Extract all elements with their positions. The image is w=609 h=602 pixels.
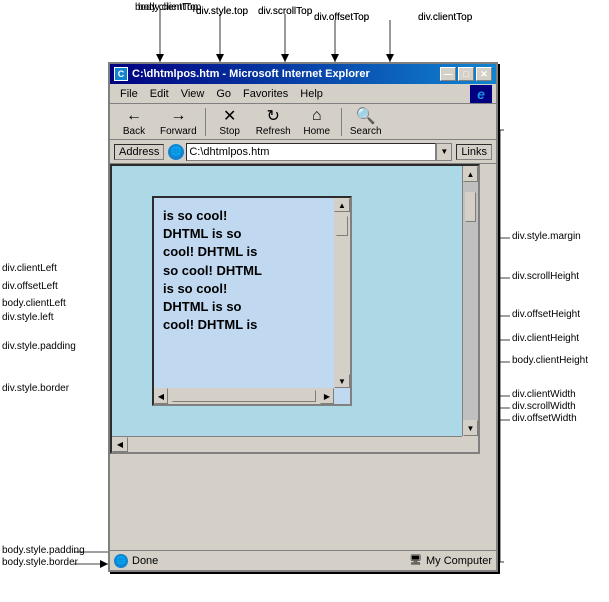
address-input[interactable]: C:\dhtmlpos.htm: [186, 143, 436, 161]
close-button[interactable]: ✕: [476, 67, 492, 81]
label-div-offset-top-text: div.offsetTop: [314, 12, 369, 23]
ie-content: is so cool! DHTML is so cool! DHTML is s…: [110, 164, 480, 454]
ie-statusbar-computer-icon: 🖥: [409, 555, 422, 566]
stop-label: Stop: [219, 126, 240, 137]
label-div-scroll-width: div.scrollWidth: [512, 401, 576, 412]
menu-edit[interactable]: Edit: [144, 86, 175, 102]
ie-statusbar-globe-icon: 🌐: [114, 554, 128, 568]
ie-statusbar-zone-text: My Computer: [426, 555, 492, 567]
ie-content-inner: is so cool! DHTML is so cool! DHTML is s…: [112, 166, 462, 436]
label-div-offset-width: div.offsetWidth: [512, 413, 577, 424]
label-div-offset-height: div.offsetHeight: [512, 309, 580, 320]
home-icon: ⌂: [305, 106, 329, 126]
ie-titlebar-left: C C:\dhtmlpos.htm - Microsoft Internet E…: [114, 67, 370, 81]
ie-browser-window: C C:\dhtmlpos.htm - Microsoft Internet E…: [108, 62, 498, 572]
label-div-offset-left: div.offsetLeft: [2, 281, 58, 292]
ie-scrollbar-corner: [462, 436, 478, 452]
label-div-style-left: div.style.left: [2, 312, 54, 323]
label-div-client-top-text: div.clientTop: [418, 12, 472, 23]
search-button[interactable]: 🔍 Search: [346, 104, 386, 139]
label-div-scroll-top-text: div.scrollTop: [258, 6, 312, 17]
back-button[interactable]: ← Back: [114, 104, 154, 139]
div-scroll-up[interactable]: ▲: [334, 198, 350, 212]
menu-help[interactable]: Help: [294, 86, 329, 102]
ie-titlebar-icon: C: [114, 67, 128, 81]
back-icon: ←: [122, 106, 146, 126]
ie-statusbar-status: 🌐 Done: [114, 554, 409, 568]
label-div-client-width: div.clientWidth: [512, 389, 576, 400]
refresh-icon: ↻: [261, 106, 285, 126]
ie-statusbar: 🌐 Done 🖥 My Computer: [110, 550, 496, 570]
ie-scroll-down-button[interactable]: ▼: [463, 420, 478, 436]
ie-addressbar: Address 🌐 C:\dhtmlpos.htm ▼ Links: [110, 140, 496, 164]
maximize-button[interactable]: □: [458, 67, 474, 81]
label-body-style-padding: body.style.padding: [2, 545, 85, 556]
label-div-client-height: div.clientHeight: [512, 333, 579, 344]
label-div-style-margin: div.style.margin: [512, 231, 581, 242]
menu-favorites[interactable]: Favorites: [237, 86, 294, 102]
minimize-button[interactable]: —: [440, 67, 456, 81]
forward-icon: →: [166, 106, 190, 126]
menu-view[interactable]: View: [175, 86, 211, 102]
div-text-content: is so cool! DHTML is so cool! DHTML is s…: [159, 203, 330, 338]
ie-content-area: is so cool! DHTML is so cool! DHTML is s…: [110, 164, 496, 570]
ie-scroll-track-v[interactable]: [463, 182, 478, 420]
address-dropdown[interactable]: ▼: [436, 143, 452, 161]
div-scroll-right[interactable]: ▶: [320, 388, 334, 404]
div-scroll-thumb-h[interactable]: [172, 390, 316, 402]
home-label: Home: [303, 126, 330, 137]
label-div-style-padding: div.style.padding: [2, 341, 76, 352]
label-div-style-border: div.style.border: [2, 383, 69, 394]
label-body-style-border: body.style.border: [2, 557, 78, 568]
label-div-scroll-height: div.scrollHeight: [512, 271, 579, 282]
menu-go[interactable]: Go: [210, 86, 237, 102]
ie-toolbar: ← Back → Forward ✕ Stop ↻ Refresh ⌂ Home: [110, 104, 496, 140]
address-label: Address: [114, 144, 164, 160]
div-scroll-down[interactable]: ▼: [334, 374, 350, 388]
diagram-container: body.clientTop body.clientTop div.style.…: [0, 0, 609, 602]
links-button[interactable]: Links: [456, 144, 492, 160]
ie-statusbar-zone: 🖥 My Computer: [409, 555, 492, 567]
ie-scrollbar-horizontal[interactable]: ◀ ▶: [112, 436, 462, 452]
ie-scrollbar-vertical[interactable]: ▲ ▼: [462, 166, 478, 436]
toolbar-separator-2: [341, 108, 342, 136]
label-body-client-height: body.clientHeight: [512, 355, 588, 366]
refresh-label: Refresh: [256, 126, 291, 137]
menu-file[interactable]: File: [114, 86, 144, 102]
ie-titlebar: C C:\dhtmlpos.htm - Microsoft Internet E…: [110, 64, 496, 84]
ie-menubar: File Edit View Go Favorites Help e: [110, 84, 496, 104]
div-scroll-left[interactable]: ◀: [154, 388, 168, 404]
label-div-client-left: div.clientLeft: [2, 263, 57, 274]
ie-scroll-left-button[interactable]: ◀: [112, 437, 128, 452]
stop-button[interactable]: ✕ Stop: [210, 104, 250, 139]
home-button[interactable]: ⌂ Home: [297, 104, 337, 139]
forward-button[interactable]: → Forward: [156, 104, 201, 139]
ie-statusbar-text: Done: [132, 555, 158, 567]
stop-icon: ✕: [218, 106, 242, 126]
div-scrollbar-horizontal[interactable]: ◀ ▶: [154, 388, 334, 404]
ie-scroll-thumb-v[interactable]: [465, 192, 476, 222]
div-scrollbar-vertical[interactable]: ▲ ▼: [334, 198, 350, 388]
ie-scroll-right-button[interactable]: ▶: [446, 452, 462, 454]
div-scroll-thumb-v[interactable]: [336, 216, 348, 236]
back-label: Back: [123, 126, 145, 137]
ie-logo: e: [470, 85, 492, 103]
search-icon: 🔍: [354, 106, 378, 126]
search-label: Search: [350, 126, 382, 137]
ie-title: C:\dhtmlpos.htm - Microsoft Internet Exp…: [132, 68, 370, 80]
toolbar-separator-1: [205, 108, 206, 136]
label-body-client-top-text: body.clientTop: [138, 2, 201, 13]
label-div-style-top-text: div.style.top: [196, 6, 248, 17]
address-value: C:\dhtmlpos.htm: [189, 146, 269, 158]
refresh-button[interactable]: ↻ Refresh: [252, 104, 295, 139]
ie-titlebar-buttons[interactable]: — □ ✕: [440, 67, 492, 81]
ie-scroll-up-button[interactable]: ▲: [463, 166, 478, 182]
div-scroll-inner: is so cool! DHTML is so cool! DHTML is s…: [159, 203, 330, 384]
content-div-box: is so cool! DHTML is so cool! DHTML is s…: [152, 196, 352, 406]
label-body-client-left: body.clientLeft: [2, 298, 66, 309]
forward-label: Forward: [160, 126, 197, 137]
address-globe-icon: 🌐: [168, 144, 184, 160]
